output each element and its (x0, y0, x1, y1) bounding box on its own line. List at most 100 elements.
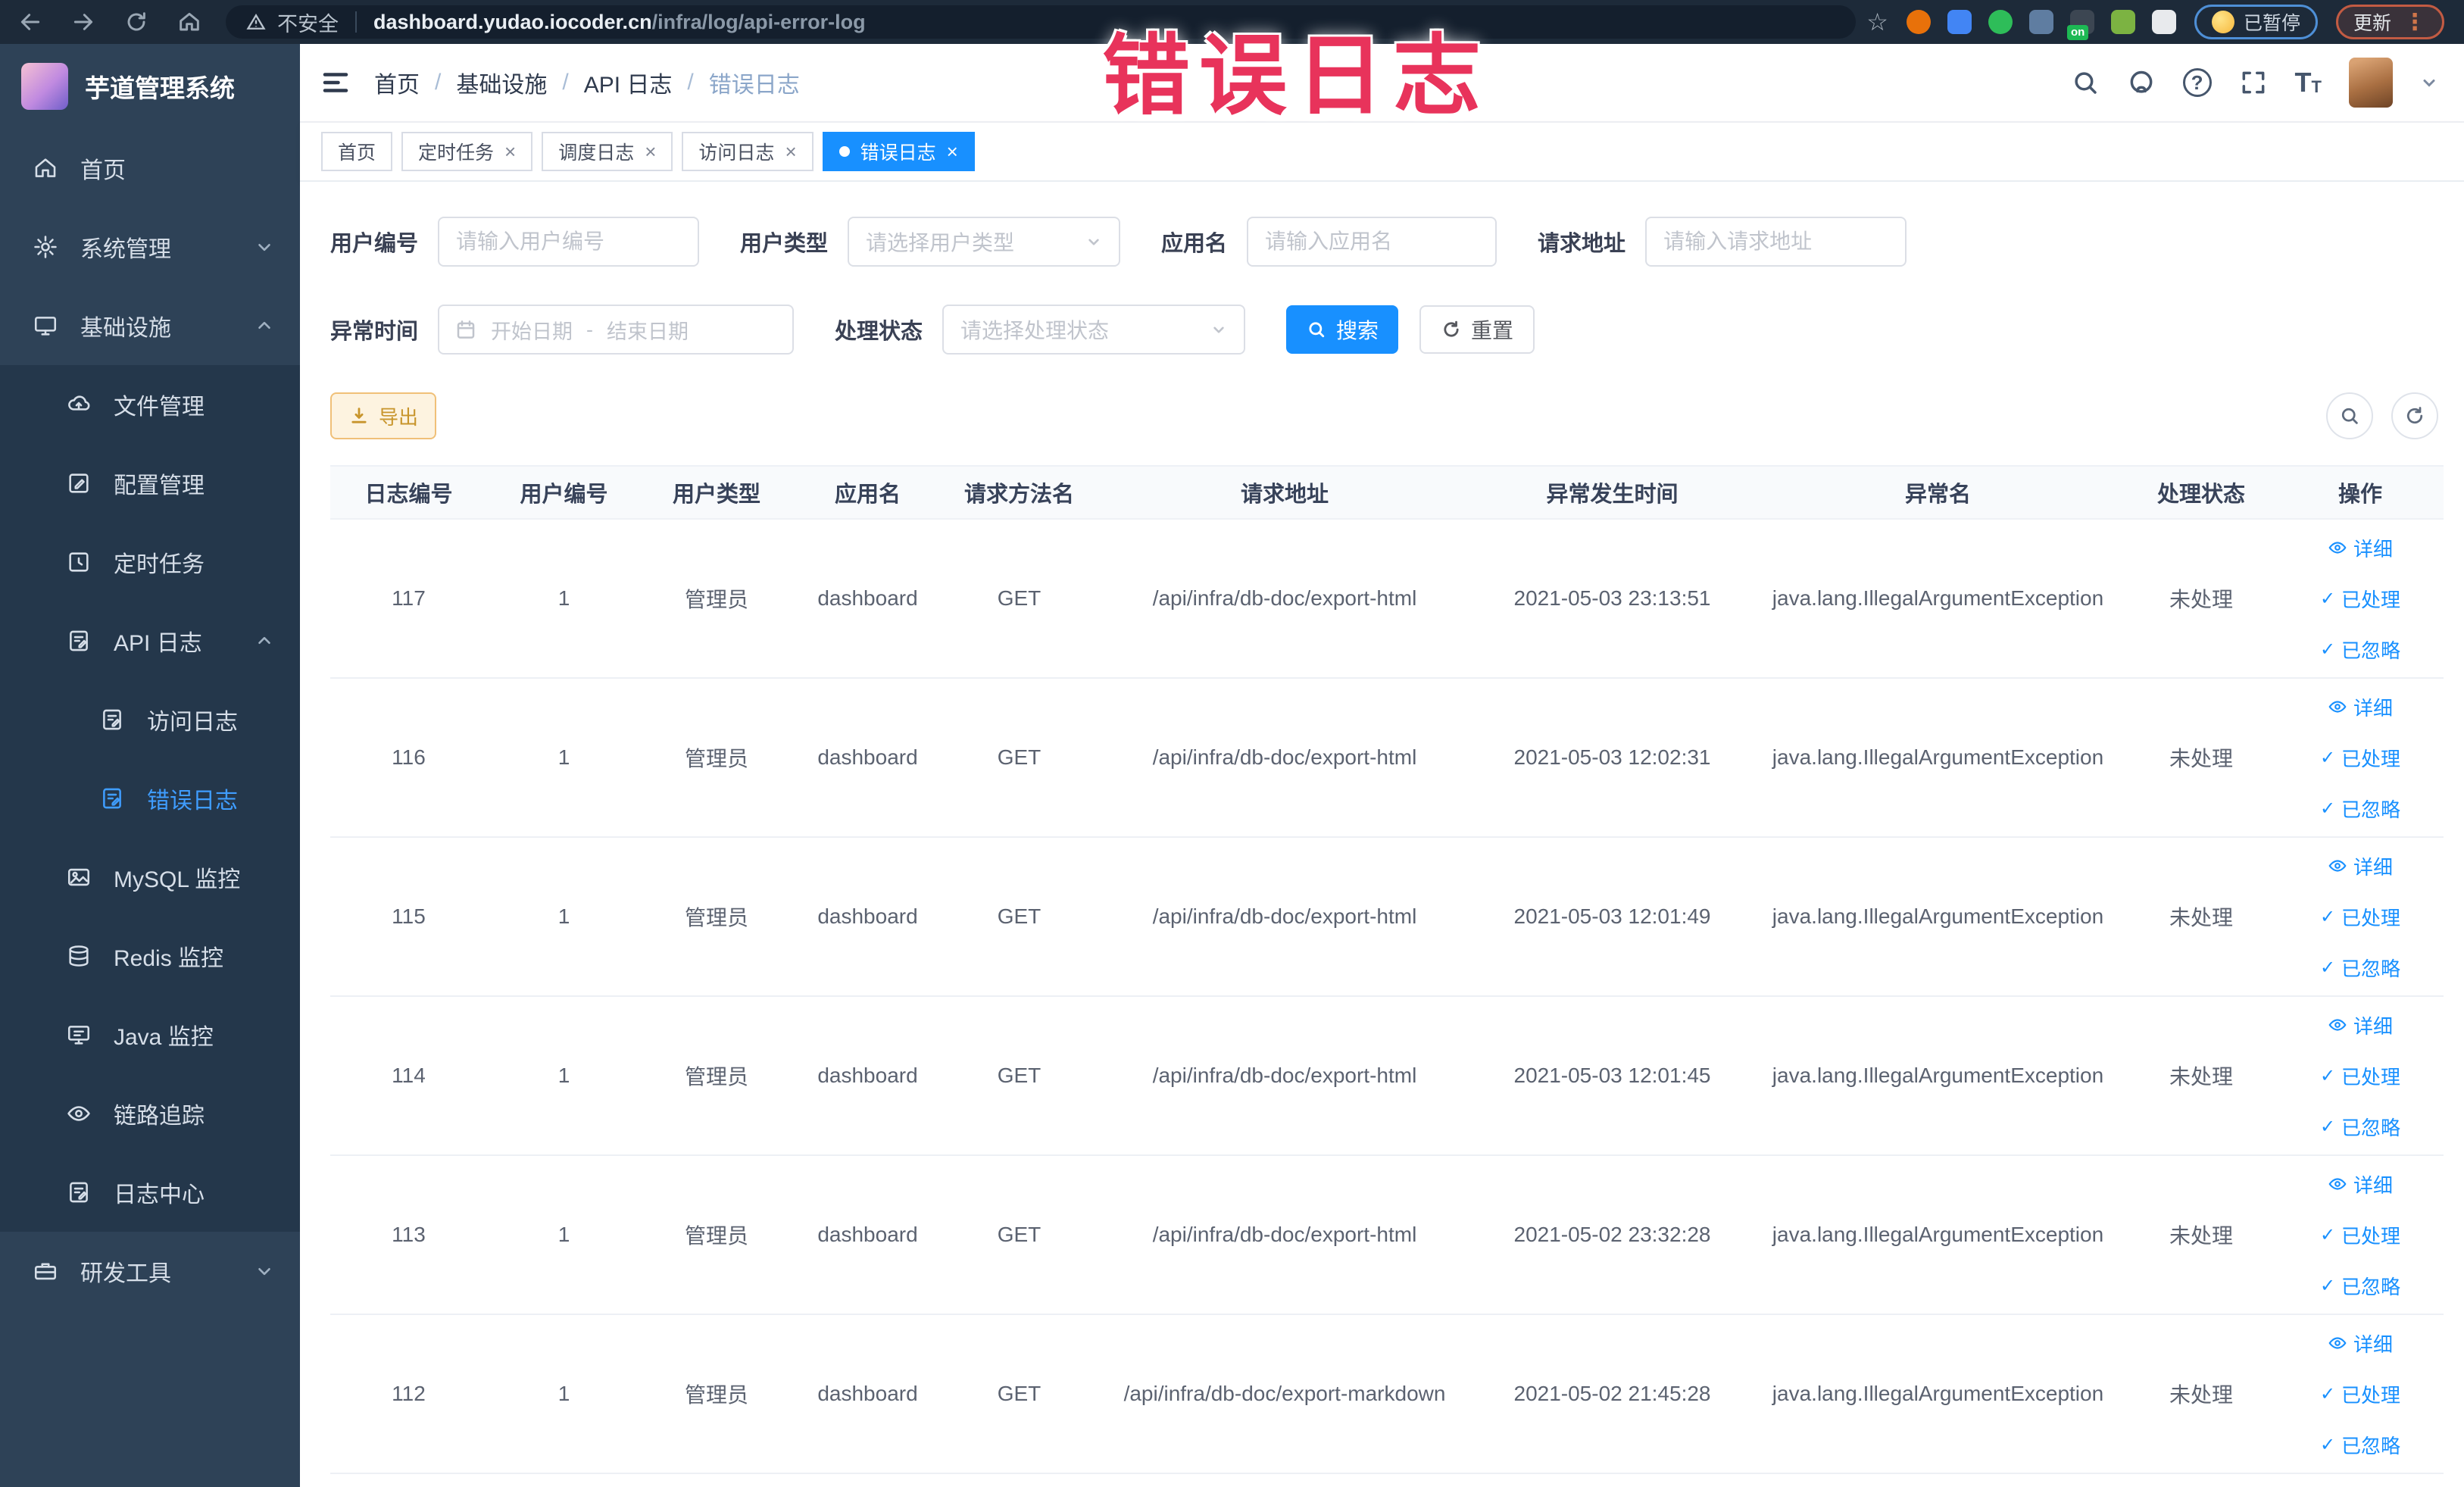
sidebar-item-java-监控[interactable]: Java 监控 (0, 995, 300, 1074)
page-url[interactable]: dashboard.yudao.iocoder.cn/infra/log/api… (373, 11, 866, 34)
user-avatar[interactable] (2349, 58, 2393, 108)
tab-label: 定时任务 (418, 142, 495, 164)
security-label[interactable]: 不安全 (277, 8, 339, 37)
cell-method: GET (943, 1155, 1095, 1315)
sidebar-item-配置管理[interactable]: 配置管理 (0, 444, 300, 523)
column-header: 异常发生时间 (1474, 465, 1750, 520)
eye-icon (2328, 1337, 2347, 1349)
extension-puzzle-icon[interactable] (2151, 10, 2176, 34)
home-icon[interactable] (174, 7, 205, 37)
cell-user_type: 管理员 (641, 1314, 792, 1474)
process-status-select[interactable]: 请选择处理状态 (942, 305, 1246, 355)
extension-orange-target-icon[interactable] (1906, 10, 1931, 34)
breadcrumb-item[interactable]: 基础设施 (456, 66, 547, 99)
tab-close-icon[interactable]: × (785, 142, 796, 161)
mark-ignored-link[interactable]: ✓ 已忽略 (2320, 1272, 2400, 1300)
request-url-input[interactable] (1645, 217, 1907, 267)
cell-url: /api/infra/db-doc/export-markdown (1095, 1314, 1474, 1474)
cell-status: 未处理 (2125, 678, 2277, 838)
search-button[interactable]: 搜索 (1286, 305, 1399, 354)
hide-search-button[interactable] (2326, 392, 2373, 439)
mark-ignored-link[interactable]: ✓ 已忽略 (2320, 1113, 2400, 1141)
refresh-table-button[interactable] (2391, 392, 2438, 439)
sidebar-item-mysql-监控[interactable]: MySQL 监控 (0, 838, 300, 917)
sidebar-item-研发工具[interactable]: 研发工具 (0, 1232, 300, 1310)
exception-time-range-picker[interactable]: 开始日期 - 结束日期 (438, 305, 795, 355)
extension-plant-icon[interactable] (2110, 10, 2135, 34)
page-content: 用户编号 用户类型 请选择用户类型 应用名 请求地址 (300, 182, 2464, 1487)
extension-dark-on-icon[interactable]: on (2066, 10, 2094, 40)
sidebar-item-首页[interactable]: 首页 (0, 129, 300, 208)
profile-paused-badge[interactable]: 已暂停 (2194, 5, 2318, 39)
breadcrumb-item[interactable]: 首页 (374, 66, 420, 99)
detail-link[interactable]: 详细 (2328, 693, 2393, 721)
refresh-icon (2406, 407, 2423, 424)
export-button[interactable]: 导出 (330, 392, 437, 439)
mark-processed-link[interactable]: ✓ 已处理 (2320, 1062, 2400, 1090)
tab-close-icon[interactable]: × (504, 142, 516, 161)
mark-processed-link[interactable]: ✓ 已处理 (2320, 585, 2400, 613)
sidebar-item-访问日志[interactable]: 访问日志 (0, 680, 300, 759)
reset-button[interactable]: 重置 (1419, 305, 1535, 354)
mark-processed-link[interactable]: ✓ 已处理 (2320, 1380, 2400, 1408)
sidebar-item-定时任务[interactable]: 定时任务 (0, 523, 300, 601)
check-icon: ✓ (2319, 1275, 2336, 1296)
detail-link[interactable]: 详细 (2328, 1011, 2393, 1039)
mark-processed-link[interactable]: ✓ 已处理 (2320, 744, 2400, 772)
sidebar-item-日志中心[interactable]: 日志中心 (0, 1153, 300, 1232)
reload-icon[interactable] (121, 7, 151, 37)
url-bar[interactable]: 不安全 dashboard.yudao.iocoder.cn/infra/log… (226, 5, 1857, 39)
github-icon[interactable] (2127, 68, 2156, 97)
tab-close-icon[interactable]: × (645, 142, 656, 161)
process-status-label: 处理状态 (835, 320, 923, 344)
mark-processed-link[interactable]: ✓ 已处理 (2320, 1221, 2400, 1249)
bookmark-star-icon[interactable]: ☆ (1866, 10, 1888, 34)
breadcrumb-item[interactable]: API 日志 (584, 66, 673, 99)
sidebar-item-系统管理[interactable]: 系统管理 (0, 208, 300, 286)
row-actions: 详细 ✓ 已处理 ✓ 已忽略 (2278, 1011, 2443, 1141)
mark-processed-link[interactable]: ✓ 已处理 (2320, 903, 2400, 931)
sidebar-item-链路追踪[interactable]: 链路追踪 (0, 1074, 300, 1153)
user-type-select[interactable]: 请选择用户类型 (848, 217, 1121, 267)
detail-link[interactable]: 详细 (2328, 1170, 2393, 1198)
extension-grid-icon[interactable] (2028, 10, 2053, 34)
sidebar-item-错误日志[interactable]: 错误日志 (0, 759, 300, 838)
app-name-input[interactable] (1247, 217, 1497, 267)
user-id-label: 用户编号 (330, 232, 419, 256)
mark-ignored-link[interactable]: ✓ 已忽略 (2320, 636, 2400, 664)
sidebar-item-基础设施[interactable]: 基础设施 (0, 286, 300, 365)
user-menu-caret-icon[interactable] (2420, 73, 2438, 92)
user-id-input[interactable] (438, 217, 700, 267)
tab-定时任务[interactable]: 定时任务 × (401, 132, 533, 171)
sidebar-item-api-日志[interactable]: API 日志 (0, 601, 300, 680)
back-icon[interactable] (15, 7, 45, 37)
tab-首页[interactable]: 首页 (321, 132, 393, 171)
collapse-sidebar-icon[interactable] (320, 67, 351, 98)
font-size-icon[interactable]: TT (2295, 69, 2322, 96)
cell-time: 2021-05-03 23:13:51 (1474, 519, 1750, 679)
detail-link[interactable]: 详细 (2328, 534, 2393, 562)
extension-blue-shield-icon[interactable] (1947, 10, 1972, 34)
sidebar-menu: 首页 系统管理 基础设施 文件管理 配置管理 定时任务 API 日志 访问日志 错误日志 MySQ… (0, 129, 300, 1487)
tab-调度日志[interactable]: 调度日志 × (542, 132, 673, 171)
mark-ignored-link[interactable]: ✓ 已忽略 (2320, 1431, 2400, 1459)
detail-link[interactable]: 详细 (2328, 852, 2393, 880)
sidebar-item-redis-监控[interactable]: Redis 监控 (0, 917, 300, 995)
forward-icon[interactable] (68, 7, 98, 37)
mark-ignored-link[interactable]: ✓ 已忽略 (2320, 954, 2400, 982)
tab-访问日志[interactable]: 访问日志 × (682, 132, 814, 171)
tab-close-icon[interactable]: × (947, 142, 958, 161)
search-icon[interactable] (2071, 68, 2100, 97)
help-icon[interactable]: ? (2182, 68, 2212, 97)
chrome-menu-icon[interactable]: ⋮ (2403, 9, 2427, 36)
chrome-update-button[interactable]: 更新 ⋮ (2335, 5, 2444, 39)
tab-错误日志[interactable]: 错误日志 × (822, 132, 975, 171)
mark-ignored-link[interactable]: ✓ 已忽略 (2320, 795, 2400, 823)
sidebar-item-文件管理[interactable]: 文件管理 (0, 365, 300, 444)
insecure-warning-icon[interactable] (245, 11, 267, 33)
app-logo[interactable]: 芋道管理系统 (0, 44, 300, 129)
fullscreen-icon[interactable] (2239, 68, 2268, 97)
detail-link[interactable]: 详细 (2328, 1329, 2393, 1357)
download-icon (351, 408, 367, 423)
extension-green-y-icon[interactable] (1988, 10, 2013, 34)
